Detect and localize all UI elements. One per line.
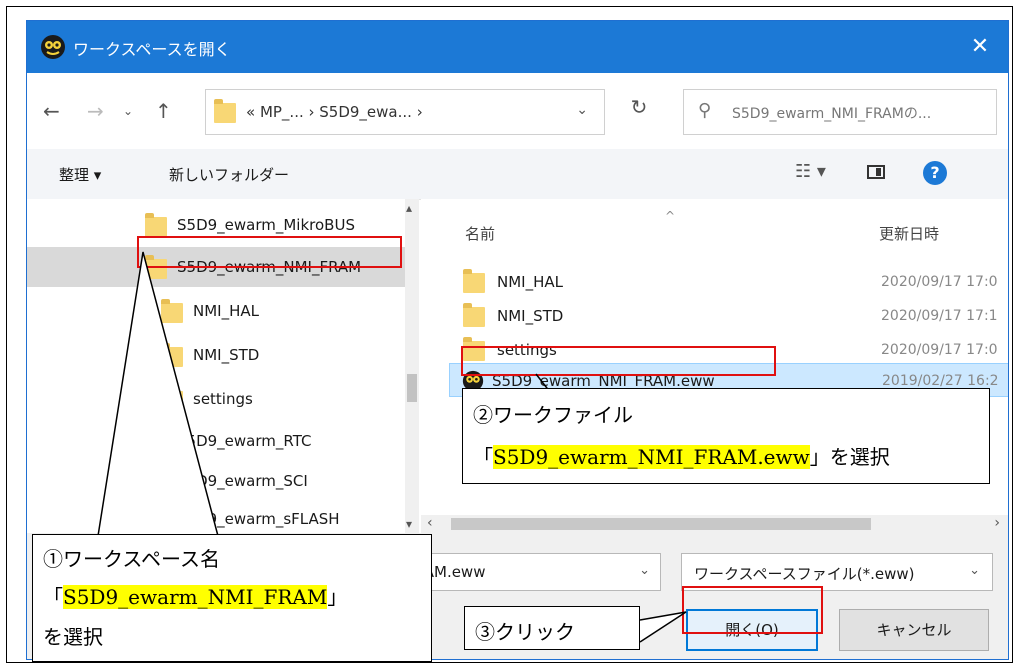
callout-step1-line3: を選択 bbox=[43, 625, 103, 649]
callout-step1: ①ワークスペース名 「S5D9_ewarm_NMI_FRAM」 を選択 bbox=[32, 534, 432, 662]
callout-step1-line2: 「S5D9_ewarm_NMI_FRAM」 bbox=[43, 585, 348, 609]
callout-step2: ②ワークファイル 「S5D9_ewarm_NMI_FRAM.eww」を選択 bbox=[462, 388, 990, 484]
callout-step2-line2: 「S5D9_ewarm_NMI_FRAM.eww」を選択 bbox=[473, 445, 890, 469]
callout-step1-line1: ①ワークスペース名 bbox=[43, 547, 220, 571]
callout-step3-line1: ③クリック bbox=[475, 620, 575, 644]
callout-step1-folder-name: S5D9_ewarm_NMI_FRAM bbox=[63, 585, 328, 609]
callout-step2-line1: ②ワークファイル bbox=[473, 403, 633, 427]
callout-step3: ③クリック bbox=[464, 606, 640, 650]
callout-step2-filename: S5D9_ewarm_NMI_FRAM.eww bbox=[493, 445, 810, 469]
